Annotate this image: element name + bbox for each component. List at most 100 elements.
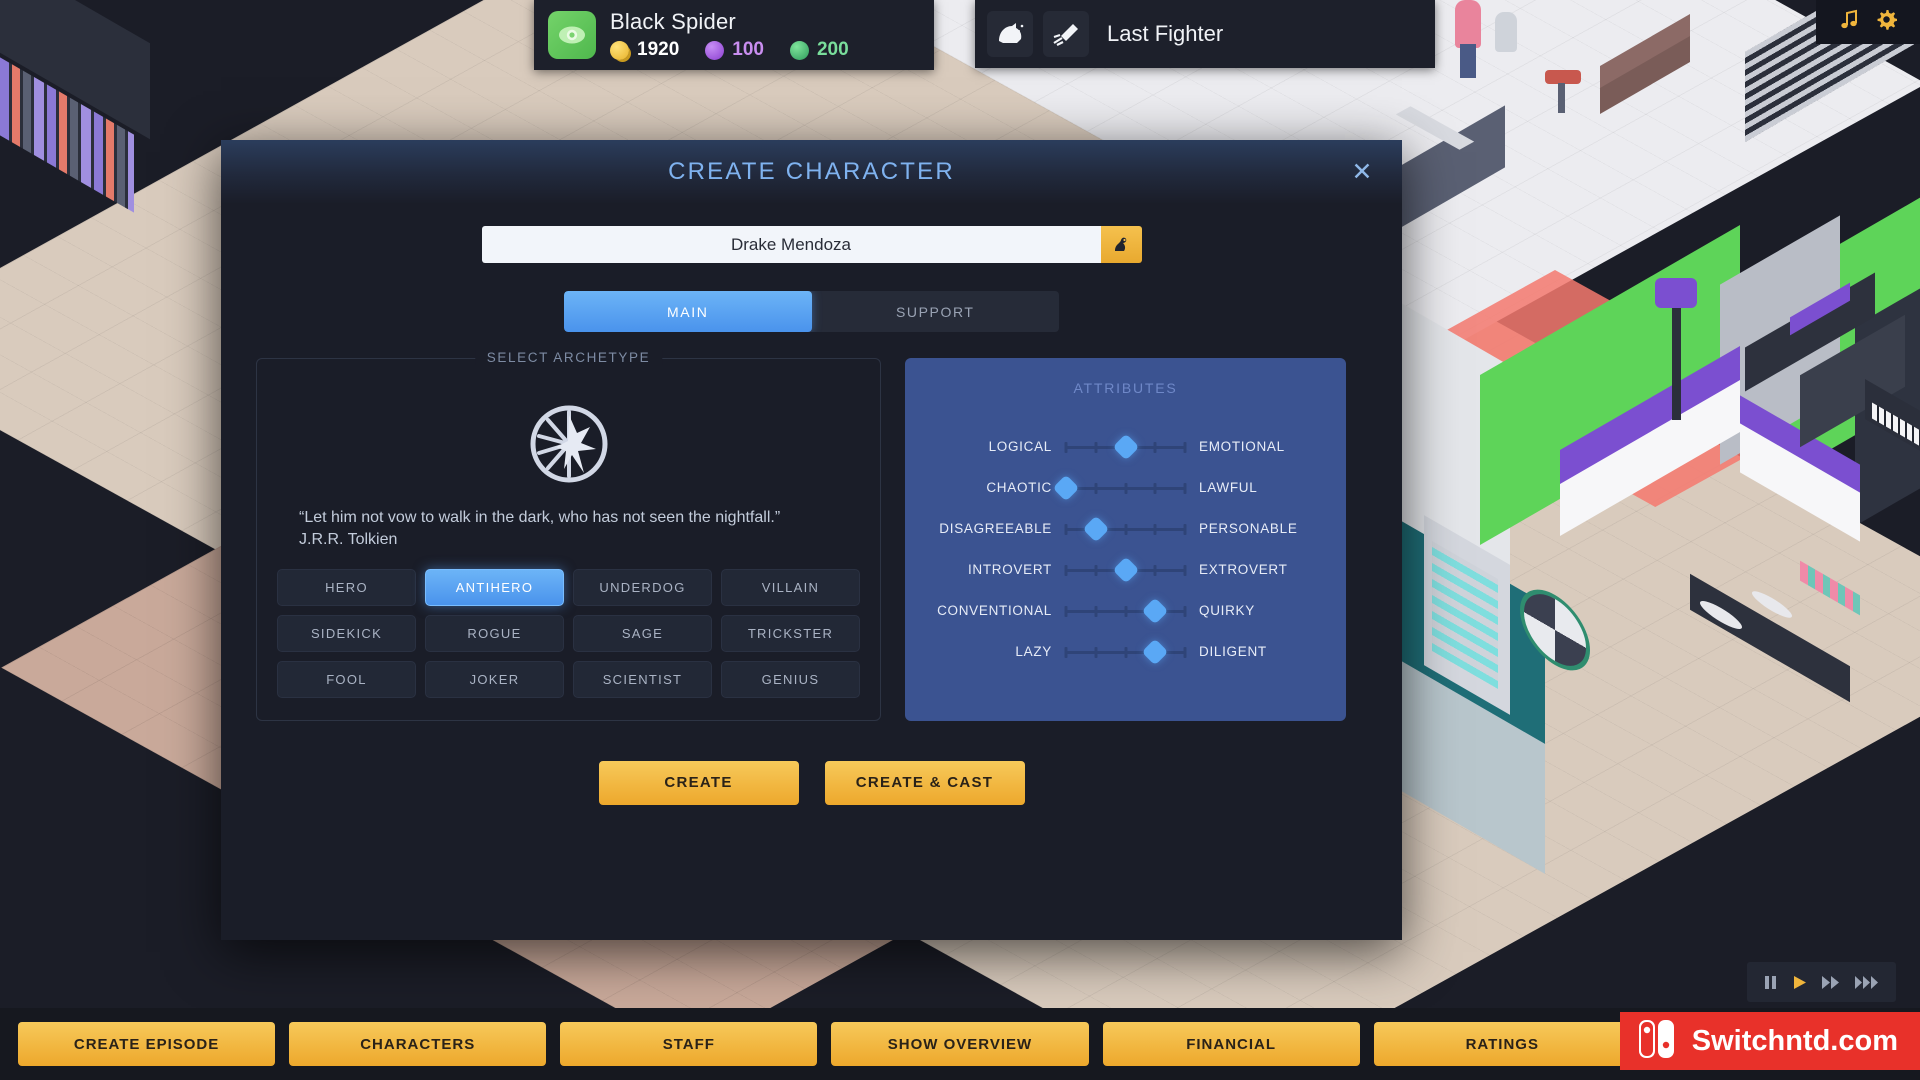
name-row — [221, 226, 1402, 263]
archetype-option-fool[interactable]: FOOL — [277, 660, 416, 698]
attribute-right-label: QUIRKY — [1199, 603, 1255, 618]
attribute-slider[interactable] — [1064, 597, 1187, 624]
slider-handle[interactable] — [1112, 433, 1139, 460]
slider-tick — [1064, 441, 1068, 453]
pause-icon[interactable] — [1763, 975, 1778, 990]
slider-tick — [1124, 605, 1127, 617]
attribute-right-label: EXTROVERT — [1199, 562, 1288, 577]
watermark-text: Switchntd.com — [1691, 1024, 1898, 1057]
ultra-speed-icon[interactable] — [1854, 975, 1880, 990]
slider-tick — [1064, 646, 1068, 658]
attribute-left-label: LAZY — [1015, 644, 1052, 659]
archetype-option-rogue[interactable]: ROGUE — [425, 614, 564, 652]
slider-tick — [1153, 523, 1157, 535]
slider-tick — [1064, 605, 1068, 617]
attribute-left-label: CONVENTIONAL — [937, 603, 1052, 618]
attribute-row: DISAGREEABLE PERSONABLE — [925, 508, 1326, 549]
slider-tick — [1183, 646, 1187, 658]
nav-show-overview[interactable]: SHOW OVERVIEW — [831, 1022, 1089, 1066]
dialog-header: CREATE CHARACTER ✕ — [221, 140, 1402, 204]
slider-tick — [1124, 482, 1127, 494]
nav-staff[interactable]: STAFF — [560, 1022, 818, 1066]
slider-tick — [1183, 564, 1187, 576]
archetype-panel: SELECT ARCHETYPE “Let him not vow to wal… — [256, 350, 881, 721]
attributes-title: ATTRIBUTES — [1073, 380, 1178, 396]
archetype-option-sidekick[interactable]: SIDEKICK — [277, 614, 416, 652]
tab-bar: MAIN SUPPORT — [221, 291, 1402, 332]
attribute-right-label: PERSONABLE — [1199, 521, 1298, 536]
attribute-left-label: INTROVERT — [967, 562, 1052, 577]
create-button[interactable]: CREATE — [598, 760, 799, 805]
slider-tick — [1124, 646, 1127, 658]
archetype-option-trickster[interactable]: TRICKSTER — [721, 614, 860, 652]
slider-tick — [1183, 441, 1187, 453]
tab-support[interactable]: SUPPORT — [812, 291, 1060, 332]
attribute-row: CHAOTIC LAWFUL — [925, 467, 1326, 508]
nav-ratings[interactable]: RATINGS — [1373, 1022, 1631, 1066]
attribute-row: LAZY DILIGENT — [925, 631, 1326, 672]
slider-tick — [1094, 605, 1098, 617]
attribute-slider[interactable] — [1052, 474, 1187, 501]
slider-tick — [1094, 441, 1098, 453]
slider-tick — [1124, 523, 1127, 535]
archetype-option-villain[interactable]: VILLAIN — [721, 568, 860, 606]
attribute-row: INTROVERT EXTROVERT — [925, 549, 1326, 590]
archetype-legend: SELECT ARCHETYPE — [474, 350, 663, 365]
attribute-right-label: EMOTIONAL — [1199, 439, 1285, 454]
dice-shuffle-icon[interactable] — [1100, 226, 1142, 263]
archetype-grid: HERO ANTIHERO UNDERDOG VILLAIN SIDEKICK … — [277, 568, 860, 698]
attribute-right-label: DILIGENT — [1199, 644, 1267, 659]
archetype-option-scientist[interactable]: SCIENTIST — [573, 660, 712, 698]
starburst-emblem-icon — [277, 403, 860, 485]
attribute-slider[interactable] — [1064, 515, 1187, 542]
archetype-option-genius[interactable]: GENIUS — [721, 660, 860, 698]
attribute-row: LOGICAL EMOTIONAL — [925, 426, 1326, 467]
dialog-body: SELECT ARCHETYPE “Let him not vow to wal… — [221, 350, 1402, 721]
nav-create-episode[interactable]: CREATE EPISODE — [18, 1022, 276, 1066]
slider-handle[interactable] — [1082, 515, 1110, 542]
create-character-dialog: CREATE CHARACTER ✕ MAIN SUPPORT — [221, 140, 1402, 940]
nav-financial[interactable]: FINANCIAL — [1102, 1022, 1360, 1066]
slider-tick — [1153, 482, 1157, 494]
attribute-slider[interactable] — [1064, 638, 1187, 665]
archetype-option-hero[interactable]: HERO — [277, 568, 416, 606]
name-field-wrap — [481, 226, 1142, 263]
watermark: Switchntd.com — [1619, 1012, 1920, 1070]
slider-tick — [1183, 482, 1187, 494]
dialog-title: CREATE CHARACTER — [668, 158, 955, 185]
attribute-left-label: DISAGREEABLE — [939, 521, 1052, 536]
attribute-slider[interactable] — [1064, 433, 1187, 460]
slider-tick — [1094, 564, 1098, 576]
slider-tick — [1183, 523, 1187, 535]
attribute-rows: LOGICAL EMOTIONAL CHAOTIC LAWFUL DISAGREEABL… — [925, 426, 1326, 672]
nav-characters[interactable]: CHARACTERS — [289, 1022, 547, 1066]
tabs: MAIN SUPPORT — [564, 291, 1059, 332]
attribute-left-label: LOGICAL — [988, 439, 1052, 454]
fast-forward-icon[interactable] — [1821, 975, 1840, 990]
dialog-actions: CREATE CREATE & CAST — [221, 760, 1402, 805]
slider-handle[interactable] — [1052, 474, 1080, 501]
tab-main[interactable]: MAIN — [564, 291, 812, 332]
character-name-input[interactable] — [481, 226, 1101, 263]
archetype-option-underdog[interactable]: UNDERDOG — [573, 568, 712, 606]
play-icon[interactable] — [1792, 975, 1807, 990]
attribute-right-label: LAWFUL — [1199, 480, 1258, 495]
create-and-cast-button[interactable]: CREATE & CAST — [824, 760, 1025, 805]
slider-handle[interactable] — [1141, 638, 1169, 665]
slider-tick — [1153, 564, 1157, 576]
close-icon[interactable]: ✕ — [1348, 158, 1376, 186]
speed-controls — [1747, 962, 1896, 1002]
slider-tick — [1153, 441, 1157, 453]
attribute-slider[interactable] — [1064, 556, 1187, 583]
archetype-option-antihero[interactable]: ANTIHERO — [425, 568, 564, 606]
slider-handle[interactable] — [1112, 556, 1139, 583]
slider-tick — [1094, 482, 1098, 494]
attribute-row: CONVENTIONAL QUIRKY — [925, 590, 1326, 631]
slider-handle[interactable] — [1141, 597, 1169, 624]
attribute-left-label: CHAOTIC — [986, 480, 1052, 495]
slider-tick — [1064, 564, 1068, 576]
archetype-option-sage[interactable]: SAGE — [573, 614, 712, 652]
archetype-author: J.R.R. Tolkien — [299, 530, 398, 548]
archetype-option-joker[interactable]: JOKER — [425, 660, 564, 698]
slider-tick — [1183, 605, 1187, 617]
